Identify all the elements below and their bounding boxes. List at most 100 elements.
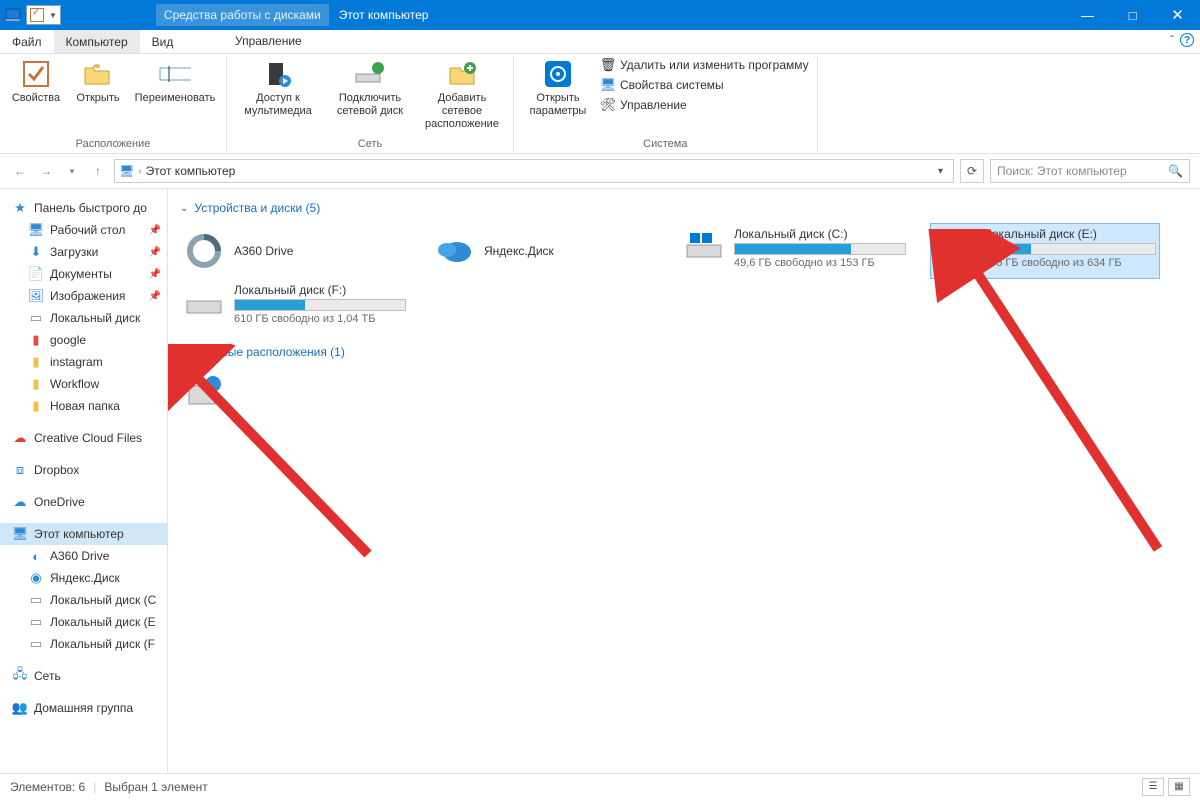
a360-icon: ◐	[28, 548, 44, 564]
qat-dropdown-icon[interactable]: ▼	[49, 11, 57, 20]
map-drive-button[interactable]: Подключить сетевой диск	[327, 56, 413, 118]
capacity-fill	[985, 244, 1031, 254]
add-netloc-icon	[446, 58, 478, 90]
sidebar-desktop[interactable]: 🖥Рабочий стол📌	[0, 219, 167, 241]
drive-yandex[interactable]: Яндекс.Диск	[430, 223, 660, 279]
drive-icon	[934, 227, 974, 267]
map-drive-icon	[354, 58, 386, 90]
sidebar-downloads[interactable]: ⬇Загрузки📌	[0, 241, 167, 263]
contextual-tab-label: Средства работы с дисками	[156, 4, 329, 26]
network-location-item[interactable]	[180, 367, 410, 415]
sidebar-this-pc[interactable]: 🖥Этот компьютер	[0, 523, 167, 545]
onedrive-icon: ☁	[12, 494, 28, 510]
group-header-netloc[interactable]: ⌄ Сетевые расположения (1)	[180, 345, 1188, 359]
sidebar-yandex[interactable]: ◉Яндекс.Диск	[0, 567, 167, 589]
group-header-devices[interactable]: ⌄ Устройства и диски (5)	[180, 201, 1188, 215]
capacity-fill	[735, 244, 851, 254]
qat-checkbox-icon[interactable]	[30, 8, 44, 22]
capacity-bar	[234, 299, 406, 311]
folder-icon: ▮	[28, 398, 44, 414]
breadcrumb-segment[interactable]: Этот компьютер	[146, 164, 236, 178]
capacity-bar	[734, 243, 906, 255]
minimize-button[interactable]: —	[1065, 0, 1110, 30]
sidebar-local-c[interactable]: ▭Локальный диск (С	[0, 589, 167, 611]
uninstall-icon: 🗑	[600, 57, 616, 73]
sidebar-dropbox[interactable]: ⧈Dropbox	[0, 459, 167, 481]
sidebar-a360[interactable]: ◐A360 Drive	[0, 545, 167, 567]
address-bar-row: ← → ▾ ↑ 🖥 › Этот компьютер ▾ ⟳ Поиск: Эт…	[0, 154, 1200, 189]
chevron-down-icon: ⌄	[180, 203, 188, 214]
breadcrumb-dropdown-icon[interactable]: ▾	[932, 166, 949, 177]
sidebar-documents[interactable]: 📄Документы📌	[0, 263, 167, 285]
search-box[interactable]: Поиск: Этот компьютер 🔍	[990, 159, 1190, 183]
help-icon[interactable]: ?	[1180, 33, 1194, 47]
sidebar-google[interactable]: ▮google	[0, 329, 167, 351]
media-access-button[interactable]: Доступ к мультимедиа	[235, 56, 321, 118]
sidebar-creative-cloud[interactable]: ☁Creative Cloud Files	[0, 427, 167, 449]
open-settings-button[interactable]: Открыть параметры	[522, 56, 594, 118]
drive-e[interactable]: Локальный диск (E:) 465 ГБ свободно из 6…	[930, 223, 1160, 279]
documents-icon: 📄	[28, 266, 44, 282]
navigation-pane: ★Панель быстрого до 🖥Рабочий стол📌 ⬇Загр…	[0, 189, 168, 773]
quick-access-toolbar[interactable]: ▼	[26, 5, 61, 25]
sidebar-quick-access[interactable]: ★Панель быстрого до	[0, 197, 167, 219]
tab-computer[interactable]: Компьютер	[54, 30, 140, 53]
sidebar-network[interactable]: 🖧Сеть	[0, 665, 167, 687]
drive-icon	[684, 227, 724, 267]
drives-container: A360 Drive Яндекс.Диск Локальный диск (C…	[180, 223, 1188, 335]
tab-manage[interactable]: Управление	[235, 34, 302, 48]
ribbon-collapse-icon[interactable]: ˆ	[1170, 33, 1174, 47]
ribbon-group-location: Свойства Открыть Переименовать Расположе…	[0, 56, 227, 153]
search-placeholder: Поиск: Этот компьютер	[997, 164, 1127, 178]
nav-up-button[interactable]: ↑	[88, 164, 108, 178]
content-pane: ⌄ Устройства и диски (5) A360 Drive Янде…	[168, 189, 1200, 773]
sysprops-icon: 🖥	[600, 77, 616, 93]
close-button[interactable]: ✕	[1155, 0, 1200, 30]
system-small-buttons: 🗑Удалить или изменить программу 🖥Свойств…	[600, 56, 809, 114]
manage-button[interactable]: 🛠Управление	[600, 96, 809, 114]
folder-icon: ▮	[28, 354, 44, 370]
open-button[interactable]: Открыть	[70, 56, 126, 105]
sidebar-workflow[interactable]: ▮Workflow	[0, 373, 167, 395]
network-icon: 🖧	[12, 668, 28, 684]
properties-button[interactable]: Свойства	[8, 56, 64, 105]
netloc-icon	[184, 371, 224, 411]
sidebar-local-f[interactable]: ▭Локальный диск (F	[0, 633, 167, 655]
maximize-button[interactable]: □	[1110, 0, 1155, 30]
sidebar-instagram[interactable]: ▮instagram	[0, 351, 167, 373]
dropbox-icon: ⧈	[12, 462, 28, 478]
a360-icon	[184, 231, 224, 271]
system-menu-icon[interactable]	[0, 0, 26, 30]
sidebar-pictures[interactable]: 🖼Изображения📌	[0, 285, 167, 307]
star-icon: ★	[12, 200, 28, 216]
tab-file[interactable]: Файл	[0, 30, 54, 53]
drive-icon	[184, 283, 224, 323]
homegroup-icon: 👥	[12, 700, 28, 716]
sidebar-local-disk[interactable]: ▭Локальный диск	[0, 307, 167, 329]
breadcrumb-bar[interactable]: 🖥 › Этот компьютер ▾	[114, 159, 954, 183]
capacity-bar	[984, 243, 1156, 255]
view-details-button[interactable]: ☰	[1142, 778, 1164, 796]
pictures-icon: 🖼	[28, 288, 44, 304]
drive-f[interactable]: Локальный диск (F:) 610 ГБ свободно из 1…	[180, 279, 410, 335]
body-split: ★Панель быстрого до 🖥Рабочий стол📌 ⬇Загр…	[0, 189, 1200, 773]
nav-forward-button[interactable]: →	[36, 164, 56, 178]
drive-a360[interactable]: A360 Drive	[180, 223, 410, 279]
sidebar-newfolder[interactable]: ▮Новая папка	[0, 395, 167, 417]
tab-view[interactable]: Вид	[140, 30, 186, 53]
ribbon: Свойства Открыть Переименовать Расположе…	[0, 54, 1200, 154]
nav-back-button[interactable]: ←	[10, 164, 30, 178]
window-controls: — □ ✕	[1065, 0, 1200, 30]
system-properties-button[interactable]: 🖥Свойства системы	[600, 76, 809, 94]
add-network-location-button[interactable]: Добавить сетевое расположение	[419, 56, 505, 131]
uninstall-program-button[interactable]: 🗑Удалить или изменить программу	[600, 56, 809, 74]
capacity-fill	[235, 300, 305, 310]
drive-c[interactable]: Локальный диск (C:) 49,6 ГБ свободно из …	[680, 223, 910, 279]
sidebar-homegroup[interactable]: 👥Домашняя группа	[0, 697, 167, 719]
rename-button[interactable]: Переименовать	[132, 56, 218, 105]
sidebar-local-e[interactable]: ▭Локальный диск (Е	[0, 611, 167, 633]
sidebar-onedrive[interactable]: ☁OneDrive	[0, 491, 167, 513]
nav-recent-dropdown[interactable]: ▾	[62, 166, 82, 177]
refresh-button[interactable]: ⟳	[960, 159, 984, 183]
view-tiles-button[interactable]: ▦	[1168, 778, 1190, 796]
